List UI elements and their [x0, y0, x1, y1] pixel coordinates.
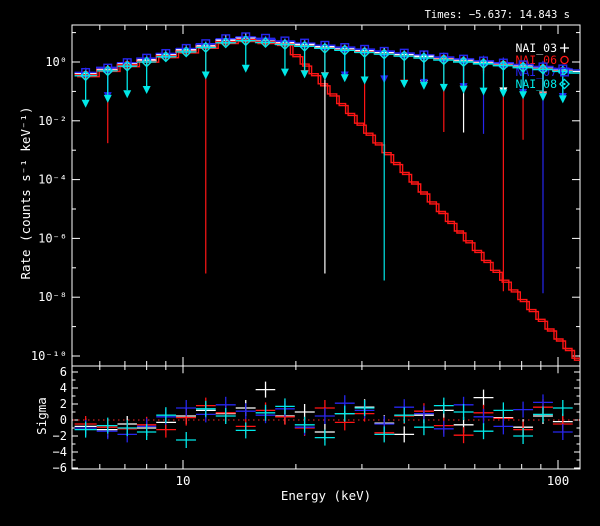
svg-text:10: 10: [175, 473, 190, 488]
xspec-plot-window: Times: −5.637: 14.843 s Energy (keV) Rat…: [0, 0, 600, 526]
svg-text:100: 100: [547, 473, 570, 488]
times-label: Times: −5.637: 14.843 s: [425, 9, 570, 21]
svg-text:−2: −2: [53, 429, 67, 443]
svg-text:10⁻⁴: 10⁻⁴: [38, 173, 67, 187]
svg-text:10⁻⁶: 10⁻⁶: [38, 231, 67, 245]
residuals-NAI_08: [75, 398, 573, 448]
svg-text:2: 2: [60, 397, 67, 411]
svg-text:10⁻¹⁰: 10⁻¹⁰: [31, 349, 67, 363]
svg-text:10⁻⁸: 10⁻⁸: [38, 290, 67, 304]
data-points-NAI_08: [75, 36, 573, 280]
y-axis-label-rate: Rate (counts s⁻¹ keV⁻¹): [18, 106, 33, 279]
svg-text:−6: −6: [53, 461, 67, 475]
svg-text:10⁰: 10⁰: [45, 55, 67, 69]
svg-text:10⁻²: 10⁻²: [38, 114, 67, 128]
x-axis-label: Energy (keV): [281, 488, 371, 503]
data-points-NAI_03: [75, 33, 573, 273]
svg-text:−4: −4: [53, 445, 67, 459]
residuals-NAI_03: [75, 382, 573, 443]
spectrum-plot-canvas: Times: −5.637: 14.843 s Energy (keV) Rat…: [0, 0, 600, 526]
legend-symbols: [560, 44, 569, 89]
svg-text:0: 0: [60, 413, 67, 427]
svg-text:4: 4: [60, 381, 67, 395]
svg-text:6: 6: [60, 365, 67, 379]
y-axis-label-sigma: Sigma: [34, 397, 49, 435]
